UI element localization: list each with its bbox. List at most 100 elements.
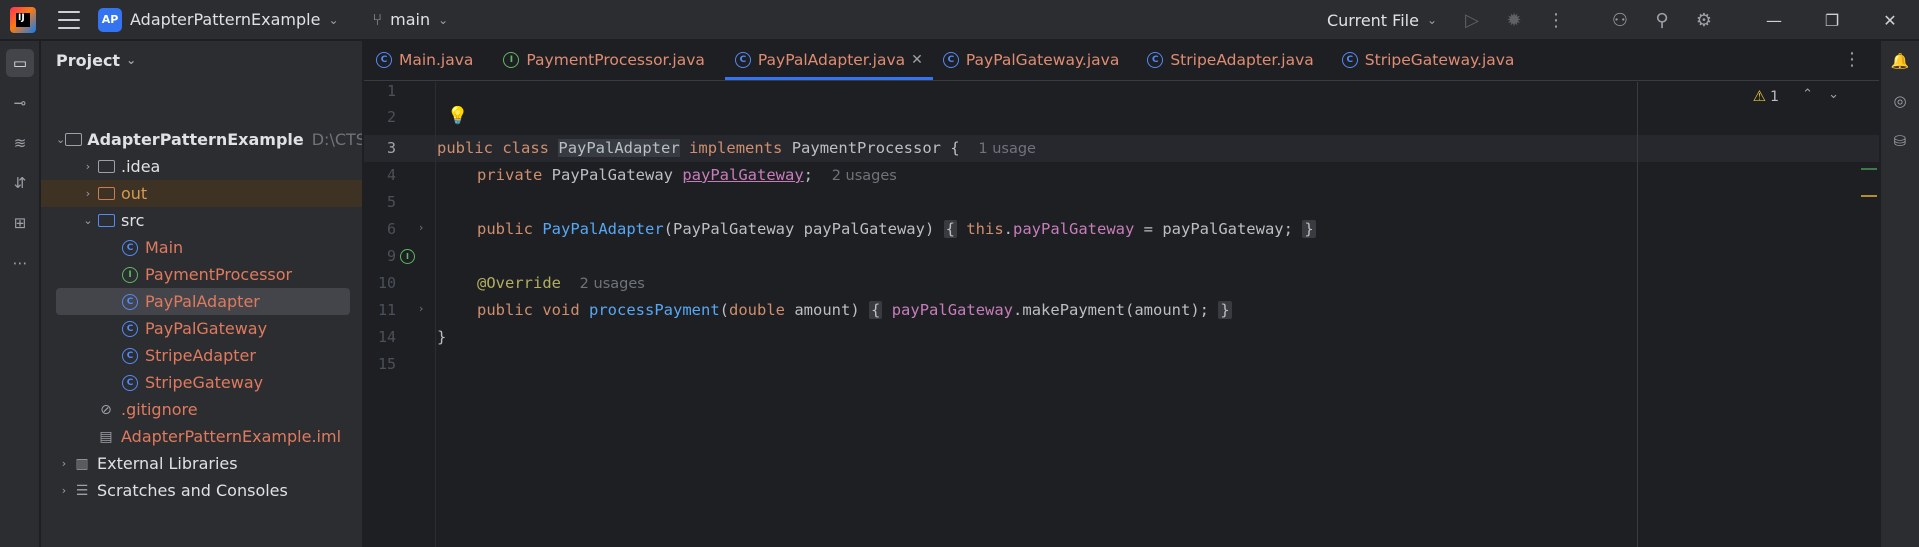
implements-method-icon[interactable]: I [400, 249, 415, 264]
minimize-icon[interactable]: — [1745, 11, 1803, 30]
tab-stripegateway[interactable]: C StripeGateway.java [1332, 40, 1525, 80]
debug-icon[interactable]: ✹ [1493, 10, 1535, 31]
tree-item-out[interactable]: › out [41, 180, 362, 207]
database-icon[interactable]: ⛁ [1886, 127, 1914, 155]
class-icon: C [1341, 52, 1358, 68]
collapse-arrow-icon[interactable]: › [56, 484, 72, 497]
structure-tool-icon[interactable]: ⊞ [6, 209, 34, 237]
tab-stripeadapter[interactable]: C StripeAdapter.java [1137, 40, 1323, 80]
tree-item-idea[interactable]: › .idea [41, 153, 362, 180]
project-switcher[interactable]: AdapterPatternExample [130, 10, 320, 29]
tree-item-label: .gitignore [121, 400, 198, 419]
project-badge[interactable]: AP [98, 7, 122, 32]
pull-requests-icon[interactable]: ⇵ [6, 169, 34, 197]
class-icon: C [120, 347, 140, 364]
source-folder-icon [96, 213, 116, 229]
class-icon: C [120, 293, 140, 310]
more-actions-icon[interactable]: ⋮ [1535, 10, 1577, 31]
tab-main[interactable]: C Main.java [366, 40, 483, 80]
fold-arrow-icon[interactable]: › [419, 302, 423, 315]
left-tool-strip: ▭ ⊸ ≋ ⇵ ⊞ ⋯ [0, 41, 40, 547]
chevron-down-icon[interactable]: ⌄ [1427, 13, 1437, 27]
iml-file-icon: ▤ [99, 428, 113, 445]
tree-item-stripegateway[interactable]: C StripeGateway [41, 369, 362, 396]
tree-item-iml[interactable]: ▤ AdapterPatternExample.iml [41, 423, 362, 450]
tab-paymentprocessor[interactable]: I PaymentProcessor.java [493, 40, 715, 80]
settings-gear-icon[interactable]: ⚙ [1683, 10, 1725, 31]
close-tab-icon[interactable]: ✕ [911, 52, 923, 68]
notifications-icon[interactable]: 🔔 [1886, 47, 1914, 75]
tree-item-src[interactable]: ⌄ src [41, 207, 362, 234]
tree-item-label: AdapterPatternExample.iml [121, 427, 342, 446]
collapse-arrow-icon[interactable]: › [80, 187, 96, 200]
commit-tool-icon[interactable]: ⊸ [6, 89, 34, 117]
chevron-down-icon[interactable]: ⌄ [126, 53, 136, 67]
git-branch-icon[interactable]: ⑂ [373, 10, 383, 29]
intellij-logo-icon[interactable]: IJ [10, 6, 36, 33]
add-user-icon[interactable]: ⚇ [1599, 10, 1641, 31]
next-highlight-icon[interactable]: ⌄ [1828, 87, 1839, 102]
editor-tabs: C Main.java I PaymentProcessor.java C Pa… [364, 41, 1879, 81]
project-tool-icon[interactable]: ▭ [6, 49, 34, 77]
previous-highlight-icon[interactable]: ⌃ [1802, 87, 1813, 102]
usage-hint: 1 usage [978, 141, 1036, 157]
tab-paypalgateway[interactable]: C PayPalGateway.java [933, 40, 1129, 80]
project-panel-header[interactable]: Project ⌄ [41, 41, 362, 79]
tree-item-scratches[interactable]: › ☰ Scratches and Consoles [41, 477, 362, 504]
line-number: 6 [386, 220, 396, 238]
tree-item-paymentprocessor[interactable]: I PaymentProcessor [41, 261, 362, 288]
collapse-arrow-icon[interactable]: › [56, 457, 72, 470]
excluded-folder-icon [96, 186, 116, 202]
code-line-6: public PayPalAdapter(PayPalGateway payPa… [477, 220, 1316, 238]
tree-item-label: StripeGateway [145, 373, 264, 392]
tree-item-paypalgateway[interactable]: C PayPalGateway [41, 315, 362, 342]
run-config-selector[interactable]: Current File [1327, 11, 1419, 30]
class-icon: C [942, 52, 959, 68]
line-number: 3 [386, 139, 396, 157]
line-number: 4 [386, 166, 396, 184]
run-icon[interactable]: ▷ [1451, 10, 1493, 31]
scrollbar-marker-warning[interactable] [1861, 195, 1877, 197]
interface-icon: I [120, 266, 140, 283]
fold-arrow-icon[interactable]: › [419, 221, 423, 234]
tree-item-label: PayPalGateway [145, 319, 268, 338]
line-number: 15 [377, 355, 396, 373]
warning-indicator[interactable]: ⚠ 1 [1753, 87, 1779, 105]
tabs-more-icon[interactable]: ⋮ [1843, 49, 1861, 70]
tab-paypaladapter[interactable]: C PayPalAdapter.java ✕ [724, 40, 933, 80]
database-tool-icon[interactable]: ≋ [6, 129, 34, 157]
collapse-arrow-icon[interactable]: › [80, 160, 96, 173]
tree-item-external-libraries[interactable]: › ▥ External Libraries [41, 450, 362, 477]
line-number: 1 [386, 82, 396, 100]
tree-item-stripeadapter[interactable]: C StripeAdapter [41, 342, 362, 369]
tree-item-label: PayPalAdapter [145, 292, 260, 311]
ai-assistant-icon[interactable]: ◎ [1886, 87, 1914, 115]
code-line-3: public class PayPalAdapter implements Pa… [437, 139, 1036, 157]
more-tools-icon[interactable]: ⋯ [6, 249, 34, 277]
tree-item-main[interactable]: C Main [41, 234, 362, 261]
code-editor[interactable]: 1 2 3 4 5 6 9 10 11 14 15 💡 › › I public… [364, 82, 1879, 547]
tree-item-paypaladapter[interactable]: C PayPalAdapter [56, 288, 350, 315]
chevron-down-icon[interactable]: ⌄ [328, 13, 338, 27]
lightbulb-icon[interactable]: 💡 [447, 106, 468, 126]
tree-item-gitignore[interactable]: ⊘ .gitignore [41, 396, 362, 423]
main-menu-icon[interactable] [58, 10, 80, 29]
tree-item-label: out [121, 184, 148, 203]
class-icon: C [120, 320, 140, 337]
restore-icon[interactable]: ❐ [1803, 11, 1861, 30]
expand-arrow-icon[interactable]: ⌄ [80, 214, 96, 227]
main-class-icon: C [120, 239, 140, 256]
module-folder-icon [65, 132, 83, 148]
scratches-icon: ☰ [75, 482, 89, 499]
branch-switcher[interactable]: main [390, 10, 430, 29]
tree-item-root[interactable]: ⌄ AdapterPatternExample D:\CTS [41, 126, 363, 153]
expand-arrow-icon[interactable]: ⌄ [56, 133, 65, 146]
close-icon[interactable]: ✕ [1861, 11, 1919, 30]
right-tool-strip: 🔔 ◎ ⛁ [1880, 41, 1919, 547]
tree-item-path: D:\CTS [311, 130, 363, 149]
title-bar: IJ AP AdapterPatternExample ⌄ ⑂ main ⌄ C… [0, 0, 1919, 40]
scrollbar-marker-change[interactable] [1861, 168, 1877, 170]
search-icon[interactable]: ⚲ [1641, 10, 1683, 31]
tree-item-label: Scratches and Consoles [97, 481, 288, 500]
chevron-down-icon[interactable]: ⌄ [438, 13, 448, 27]
